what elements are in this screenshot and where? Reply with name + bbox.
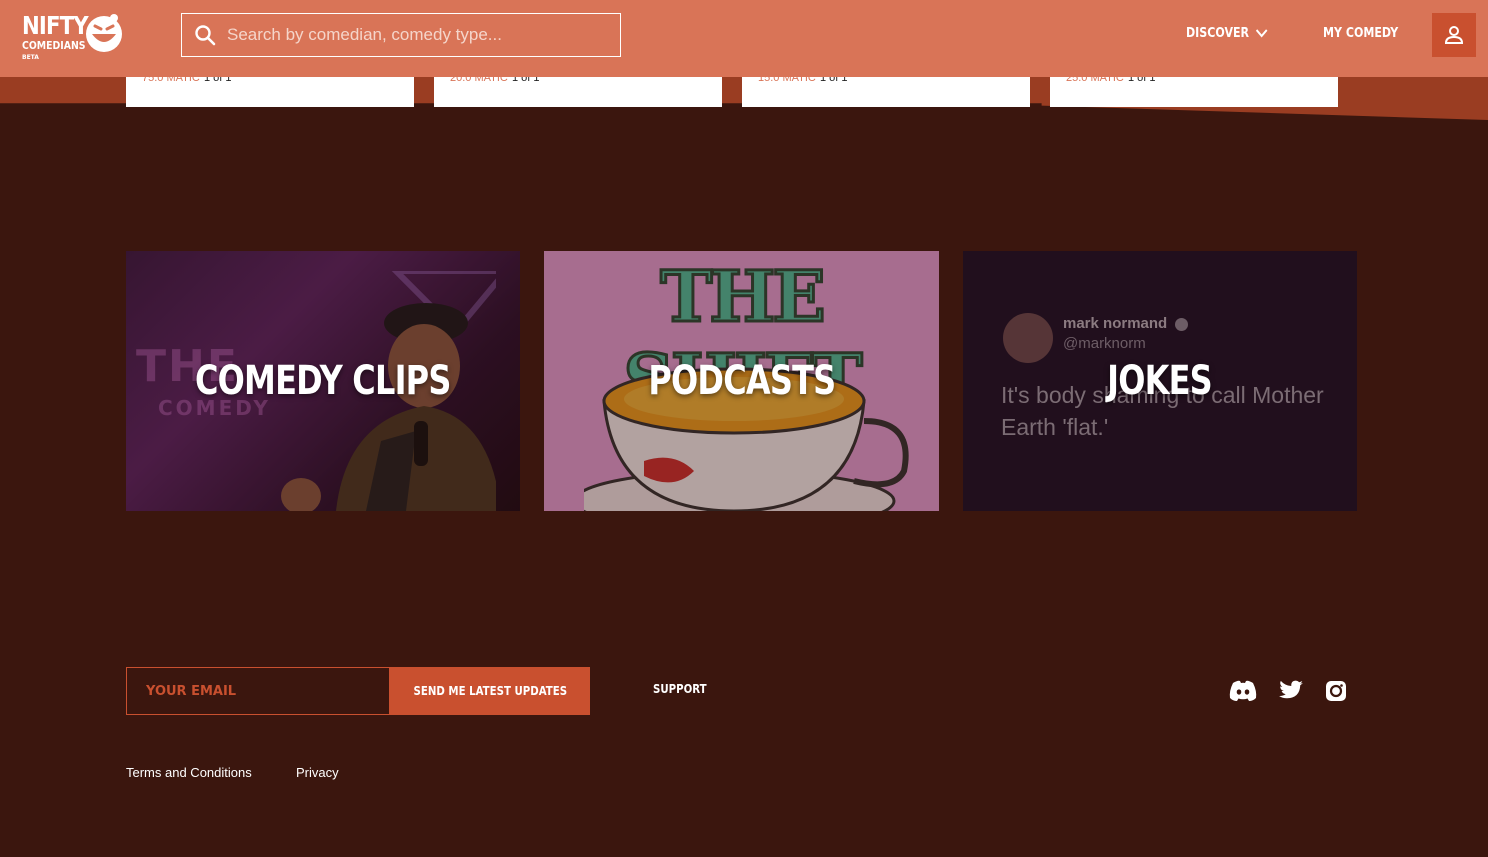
logo-beta-tag: BETA: [22, 54, 39, 61]
laughing-face-icon: [86, 14, 122, 52]
account-button[interactable]: [1432, 13, 1476, 57]
instagram-icon[interactable]: [1325, 680, 1347, 702]
logo-title: NIFTY: [22, 11, 89, 40]
user-icon: [1444, 26, 1464, 44]
privacy-link[interactable]: Privacy: [296, 765, 339, 780]
email-field[interactable]: [126, 667, 390, 715]
category-tile-podcasts[interactable]: THE SHIFT PODCASTS: [544, 251, 939, 511]
twitter-icon[interactable]: [1278, 679, 1304, 703]
subscribe-button[interactable]: SEND ME LATEST UPDATES: [390, 667, 590, 715]
tile-label-podcasts: PODCASTS: [648, 358, 836, 404]
category-tile-comedy-clips[interactable]: THE COMEDY COMEDY CLIPS: [126, 251, 520, 511]
nav-my-comedy[interactable]: MY COMEDY: [1323, 22, 1398, 44]
search-bar: [181, 13, 621, 57]
search-icon[interactable]: [193, 23, 217, 47]
discord-icon[interactable]: [1229, 679, 1257, 703]
support-link[interactable]: SUPPORT: [653, 682, 707, 696]
chevron-down-icon: [1256, 29, 1268, 38]
site-logo[interactable]: NIFTY COMEDIANS BETA: [20, 12, 130, 68]
category-tile-jokes[interactable]: mark normand @marknorm It's body shaming…: [963, 251, 1357, 511]
terms-link[interactable]: Terms and Conditions: [126, 765, 252, 780]
site-header: NIFTY COMEDIANS BETA DISCOVER MY COMEDY: [0, 0, 1488, 77]
logo-subtitle: COMEDIANS: [22, 39, 86, 52]
nav-discover[interactable]: DISCOVER: [1186, 22, 1268, 44]
tile-label-comedy-clips: COMEDY CLIPS: [195, 358, 451, 404]
nav-my-comedy-label: MY COMEDY: [1323, 25, 1399, 41]
nav-discover-label: DISCOVER: [1186, 25, 1250, 41]
tile-label-jokes: JOKES: [1107, 358, 1214, 404]
subscribe-button-label: SEND ME LATEST UPDATES: [413, 684, 567, 698]
search-input[interactable]: [227, 25, 620, 45]
